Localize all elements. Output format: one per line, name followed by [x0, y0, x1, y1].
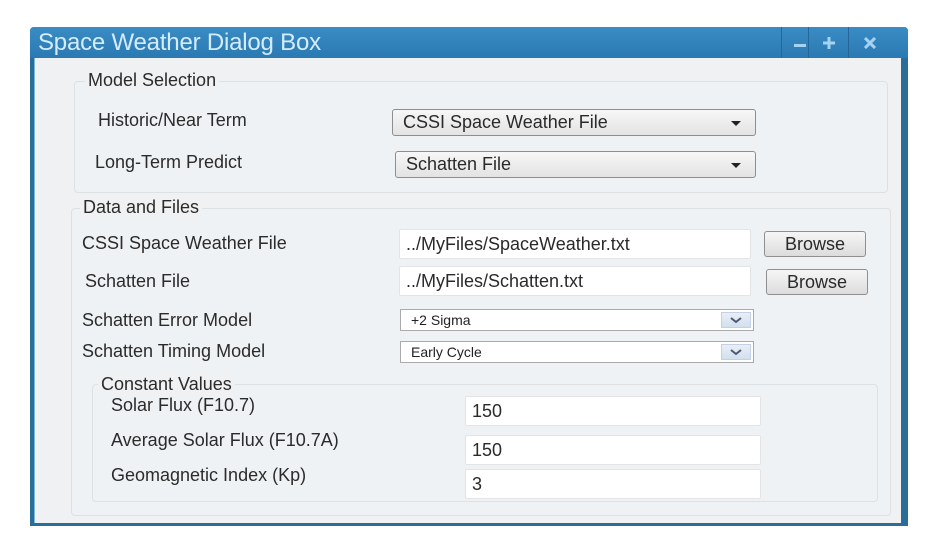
schatten-error-model-select[interactable]: +2 Sigma	[400, 309, 754, 331]
model-selection-group: Model Selection Historic/Near Term CSSI …	[74, 70, 888, 193]
cssi-space-weather-file-label: CSSI Space Weather File	[82, 233, 287, 253]
maximize-button[interactable]	[808, 27, 848, 58]
model-selection-legend: Model Selection	[85, 70, 220, 91]
long-term-predict-label: Long-Term Predict	[95, 152, 243, 172]
chevron-down-icon	[730, 316, 742, 323]
schatten-timing-model-value: Early Cycle	[411, 344, 482, 360]
long-term-predict-value: Schatten File	[406, 154, 512, 174]
constant-values-legend: Constant Values	[98, 374, 235, 395]
solar-flux-label: Solar Flux (F10.7)	[111, 395, 256, 415]
browse-schatten-button[interactable]: Browse	[766, 269, 868, 295]
data-and-files-group: Data and Files CSSI Space Weather File .…	[71, 197, 891, 516]
space-weather-dialog: Space Weather Dialog Box Model Selection…	[30, 27, 908, 526]
dropdown-button[interactable]	[721, 312, 751, 328]
schatten-error-model-value: +2 Sigma	[411, 312, 471, 328]
chevron-down-icon	[730, 348, 742, 355]
solar-flux-value: 150	[472, 400, 503, 421]
close-icon	[863, 36, 876, 49]
schatten-timing-model-label: Schatten Timing Model	[82, 341, 266, 361]
dialog-body: Model Selection Historic/Near Term CSSI …	[34, 58, 901, 523]
move-plus-icon	[822, 36, 835, 49]
schatten-timing-model-select[interactable]: Early Cycle	[400, 341, 754, 363]
minimize-icon	[793, 44, 806, 47]
historic-near-term-label: Historic/Near Term	[98, 110, 247, 130]
cssi-space-weather-file-path: ../MyFiles/SpaceWeather.txt	[406, 233, 630, 254]
average-solar-flux-input[interactable]: 150	[465, 435, 761, 465]
average-solar-flux-value: 150	[472, 439, 503, 460]
data-and-files-legend: Data and Files	[80, 197, 203, 218]
close-button[interactable]	[848, 27, 890, 58]
title-bar[interactable]: Space Weather Dialog Box	[30, 27, 908, 58]
geomagnetic-index-value: 3	[472, 473, 483, 494]
geomagnetic-index-label: Geomagnetic Index (Kp)	[111, 465, 307, 485]
schatten-file-label: Schatten File	[85, 271, 191, 291]
constant-values-group: Constant Values Solar Flux (F10.7) 150 A…	[92, 374, 878, 502]
historic-near-term-value: CSSI Space Weather File	[403, 112, 608, 132]
average-solar-flux-label: Average Solar Flux (F10.7A)	[111, 430, 339, 450]
geomagnetic-index-input[interactable]: 3	[465, 469, 761, 499]
long-term-predict-combo[interactable]: Schatten File	[395, 151, 756, 178]
schatten-file-path: ../MyFiles/Schatten.txt	[406, 270, 584, 291]
dropdown-button[interactable]	[721, 344, 751, 360]
historic-near-term-combo[interactable]: CSSI Space Weather File	[392, 109, 756, 136]
chevron-down-icon	[731, 163, 741, 168]
schatten-file-input[interactable]: ../MyFiles/Schatten.txt	[399, 266, 751, 296]
schatten-error-model-label: Schatten Error Model	[82, 310, 253, 330]
window-title: Space Weather Dialog Box	[38, 29, 321, 56]
chevron-down-icon	[731, 121, 741, 126]
browse-cssi-button[interactable]: Browse	[764, 231, 866, 257]
solar-flux-input[interactable]: 150	[465, 396, 761, 426]
cssi-space-weather-file-input[interactable]: ../MyFiles/SpaceWeather.txt	[399, 229, 751, 259]
